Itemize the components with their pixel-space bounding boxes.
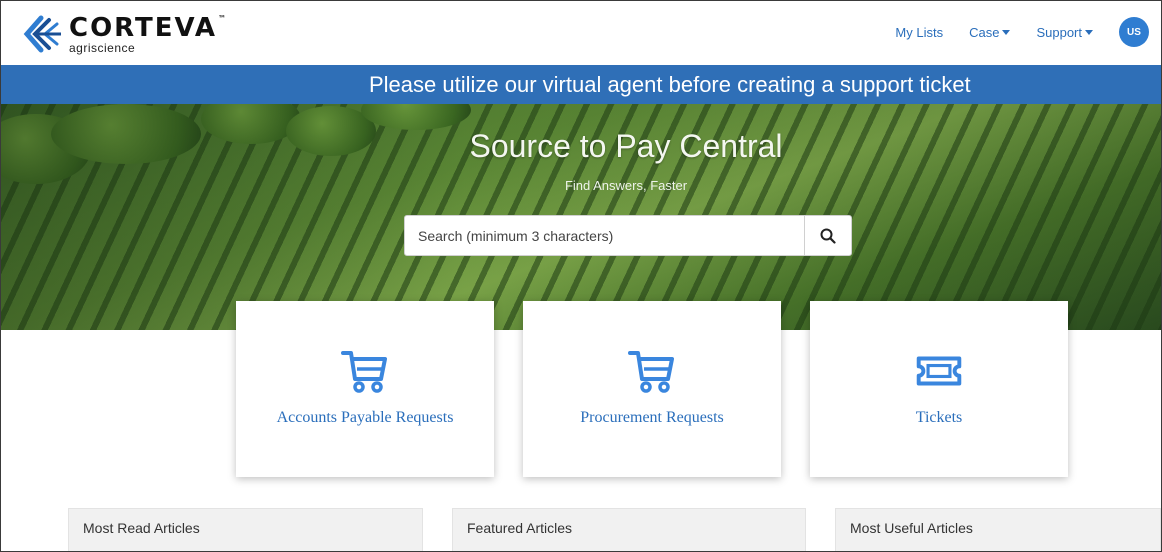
card-tickets[interactable]: Tickets — [810, 301, 1068, 477]
cart-icon — [627, 347, 677, 395]
banner-text: Please utilize our virtual agent before … — [369, 71, 971, 97]
hero-subtitle: Find Answers, Faster — [564, 178, 688, 193]
card-label: Procurement Requests — [580, 409, 724, 426]
brand-subtitle: agriscience — [69, 40, 136, 55]
hero-title: Source to Pay Central — [469, 128, 783, 164]
card-label: Tickets — [915, 409, 963, 426]
cart-icon — [340, 347, 390, 395]
card-accounts-payable[interactable]: Accounts Payable Requests — [236, 301, 494, 477]
ticket-icon — [914, 347, 964, 395]
corteva-logo[interactable]: CORTEVA™ agriscience — [21, 13, 231, 55]
section-title: Most Useful Articles — [850, 520, 973, 536]
caret-down-icon — [1085, 29, 1093, 35]
user-avatar[interactable]: US — [1119, 17, 1149, 47]
section-title: Featured Articles — [467, 520, 573, 536]
caret-down-icon — [1002, 29, 1011, 35]
site-header: CORTEVA™ agriscience My Lists Case Suppo… — [1, 1, 1161, 65]
section-most-read-articles: Most Read Articles — [68, 508, 423, 551]
search-bar — [404, 215, 852, 256]
section-featured-articles: Featured Articles — [452, 508, 806, 551]
virtual-agent-banner: Please utilize our virtual agent before … — [1, 65, 1161, 104]
top-nav: My Lists Case Support US — [895, 15, 1149, 49]
section-title: Most Read Articles — [83, 520, 200, 536]
nav-case-dropdown[interactable]: Case — [969, 25, 1011, 40]
corteva-logo-icon — [23, 15, 61, 53]
search-button[interactable] — [804, 216, 851, 255]
nav-my-lists[interactable]: My Lists — [895, 25, 943, 40]
page-frame: CORTEVA™ agriscience My Lists Case Suppo… — [0, 0, 1162, 552]
hero-section: Source to Pay Central Find Answers, Fast… — [1, 104, 1161, 330]
card-procurement[interactable]: Procurement Requests — [523, 301, 781, 477]
search-icon — [820, 228, 836, 244]
section-most-useful-articles: Most Useful Articles — [835, 508, 1161, 551]
card-label: Accounts Payable Requests — [276, 409, 454, 426]
nav-support-dropdown[interactable]: Support — [1036, 25, 1093, 40]
search-input[interactable] — [405, 216, 804, 255]
brand-name: CORTEVA™ — [69, 12, 229, 43]
